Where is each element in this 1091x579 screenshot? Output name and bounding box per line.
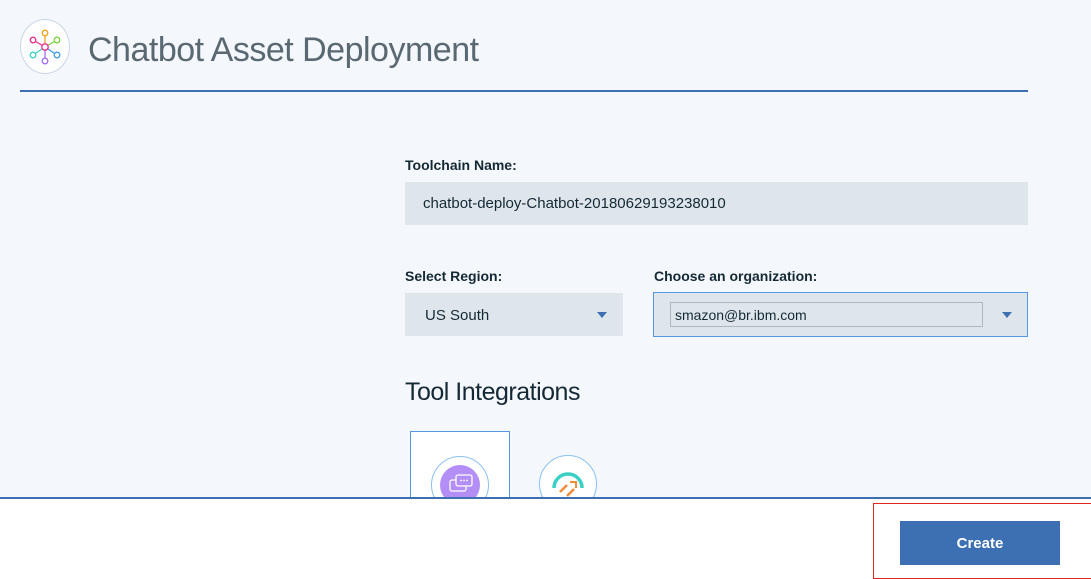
create-button[interactable]: Create (900, 521, 1060, 565)
header-divider (20, 90, 1028, 92)
tool-integrations-heading: Tool Integrations (405, 378, 580, 406)
toolchain-name-input[interactable] (405, 182, 1028, 225)
region-select[interactable]: US South (405, 293, 623, 336)
region-select-value: US South (425, 307, 490, 324)
tool-card-chat[interactable] (410, 431, 510, 501)
chat-bubbles-icon (431, 456, 489, 500)
chatbot-network-icon (20, 19, 70, 74)
toolchain-name-label: Toolchain Name: (405, 157, 517, 173)
organization-select-value: smazon@br.ibm.com (670, 302, 983, 327)
chevron-down-icon (597, 312, 607, 318)
region-label: Select Region: (405, 268, 503, 284)
page-title: Chatbot Asset Deployment (88, 31, 479, 69)
chevron-down-icon (1002, 312, 1012, 318)
organization-select[interactable]: smazon@br.ibm.com (653, 292, 1028, 337)
organization-label: Choose an organization: (654, 268, 818, 284)
page-header: Chatbot Asset Deployment (0, 0, 1091, 92)
